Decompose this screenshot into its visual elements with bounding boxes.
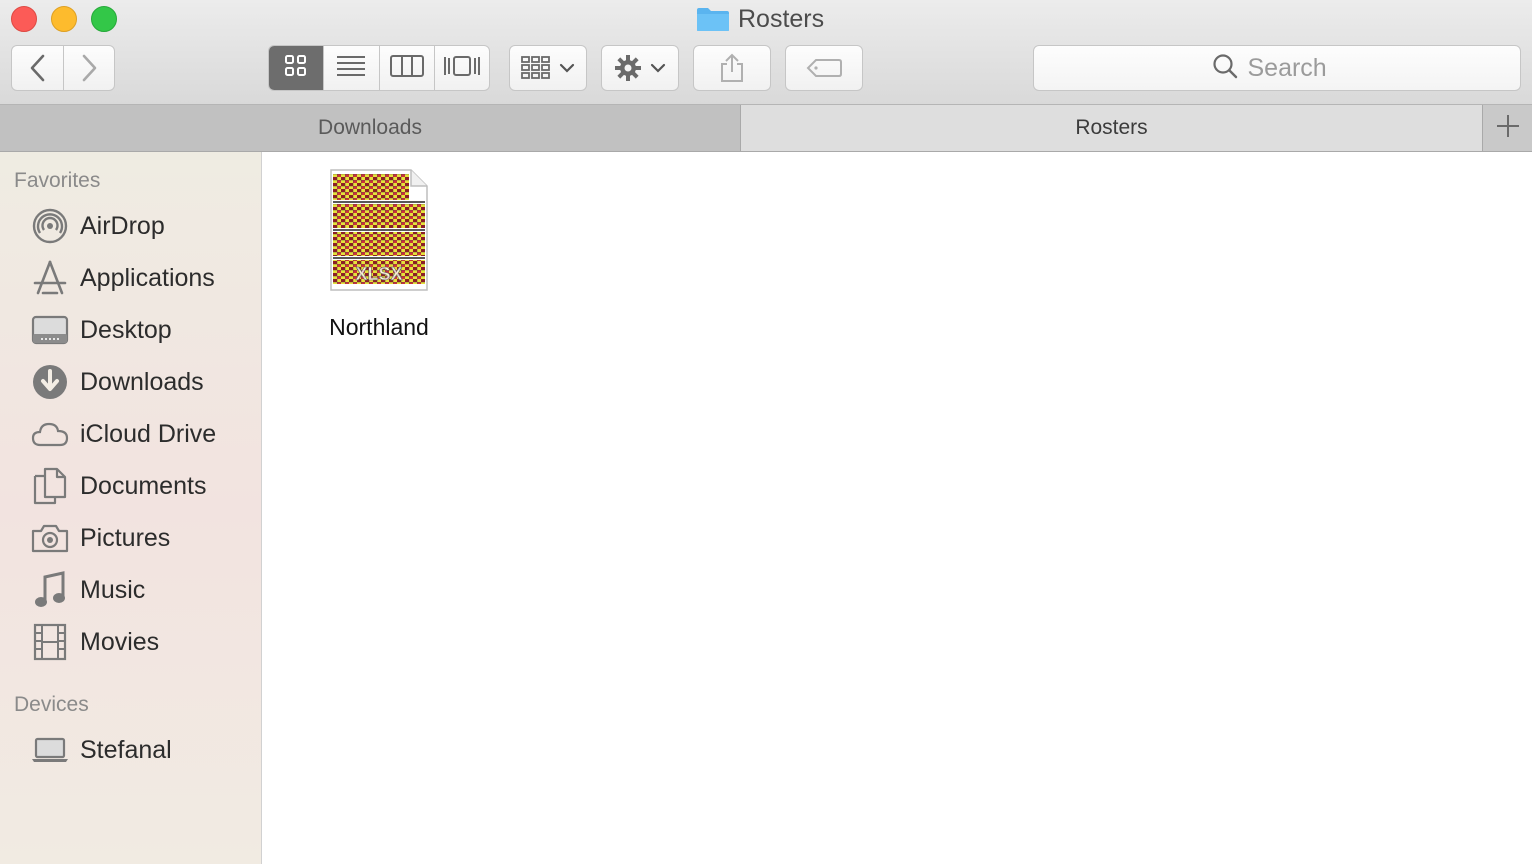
sidebar: Favorites AirDrop Applications Desktop D…	[0, 152, 262, 864]
laptop-icon	[30, 730, 70, 770]
spreadsheet-file-icon: XLSX	[329, 168, 429, 292]
sidebar-item-label: Desktop	[80, 315, 172, 344]
sidebar-item-documents[interactable]: Documents	[0, 462, 261, 510]
columns-icon	[389, 54, 424, 82]
sidebar-item-label: Pictures	[80, 523, 171, 552]
file-item[interactable]: XLSX Northland	[312, 168, 446, 341]
tab-bar: Downloads Rosters	[0, 105, 1532, 152]
tag-icon	[806, 58, 842, 78]
favorites-heading: Favorites	[14, 169, 101, 192]
sidebar-item-stefanal[interactable]: Stefanal	[0, 726, 261, 774]
column-view-button[interactable]	[380, 46, 435, 90]
sidebar-item-label: Applications	[80, 263, 215, 292]
zoom-button[interactable]	[91, 6, 117, 32]
tab-label: Downloads	[318, 116, 422, 139]
tags-button[interactable]	[785, 45, 863, 91]
tab-rosters[interactable]: Rosters	[741, 105, 1483, 151]
icon-view-button[interactable]	[269, 46, 325, 90]
arrange-grid-icon	[521, 56, 551, 80]
sidebar-item-desktop[interactable]: Desktop	[0, 306, 261, 354]
camera-icon	[30, 518, 70, 558]
list-icon	[336, 55, 366, 82]
devices-heading: Devices	[14, 693, 89, 716]
music-note-icon	[30, 570, 70, 610]
minimize-button[interactable]	[51, 6, 77, 32]
search-input[interactable]	[1247, 53, 1343, 83]
window-title-text: Rosters	[738, 4, 825, 33]
film-icon	[30, 622, 70, 662]
file-browser: XLSX Northland	[262, 152, 1532, 864]
coverflow-icon	[443, 55, 481, 82]
sidebar-item-label: Documents	[80, 471, 207, 500]
sidebar-item-label: Stefanal	[80, 735, 172, 764]
chevron-down-icon	[650, 62, 666, 74]
new-tab-button[interactable]	[1483, 105, 1532, 151]
desktop-icon	[30, 310, 70, 350]
finder-window: Rosters Search Downloads Rosters Favorit…	[0, 0, 1532, 864]
forward-button[interactable]	[63, 45, 115, 91]
file-name: Northland	[329, 314, 429, 340]
search-field[interactable]	[1033, 45, 1521, 91]
share-icon	[719, 53, 745, 83]
cover-flow-view-button[interactable]	[435, 46, 489, 90]
list-view-button[interactable]	[324, 46, 380, 90]
sidebar-item-label: Movies	[80, 627, 160, 656]
chevron-left-icon	[28, 54, 48, 82]
sidebar-item-label: AirDrop	[80, 211, 165, 240]
gear-icon	[614, 54, 642, 82]
plus-icon	[1496, 114, 1520, 143]
toolbar: Rosters	[0, 0, 1532, 105]
chevron-right-icon	[79, 54, 99, 82]
back-button[interactable]	[11, 45, 64, 91]
airdrop-icon	[30, 206, 70, 246]
grid-icon	[284, 54, 308, 83]
arrange-button[interactable]	[509, 45, 587, 91]
downloads-icon	[30, 362, 70, 402]
share-button[interactable]	[693, 45, 771, 91]
sidebar-item-pictures[interactable]: Pictures	[0, 514, 261, 562]
tab-label: Rosters	[1075, 116, 1148, 139]
sidebar-item-label: Downloads	[80, 367, 204, 396]
sidebar-item-label: iCloud Drive	[80, 419, 217, 448]
sidebar-item-label: Music	[80, 575, 146, 604]
sidebar-item-movies[interactable]: Movies	[0, 618, 261, 666]
search-icon	[1212, 53, 1238, 84]
sidebar-item-applications[interactable]: Applications	[0, 254, 261, 302]
tab-downloads[interactable]: Downloads	[0, 105, 741, 151]
chevron-down-icon	[559, 62, 575, 74]
file-type-badge: XLSX	[355, 264, 402, 284]
sidebar-item-downloads[interactable]: Downloads	[0, 358, 261, 406]
cloud-icon	[30, 414, 70, 454]
close-button[interactable]	[11, 6, 37, 32]
documents-icon	[30, 466, 70, 506]
applications-icon	[30, 258, 70, 298]
folder-icon	[696, 6, 730, 32]
window-title: Rosters	[696, 4, 824, 34]
sidebar-item-airdrop[interactable]: AirDrop	[0, 202, 261, 250]
view-mode-control	[268, 45, 490, 91]
sidebar-item-music[interactable]: Music	[0, 566, 261, 614]
sidebar-item-icloud-drive[interactable]: iCloud Drive	[0, 410, 261, 458]
action-button[interactable]	[601, 45, 679, 91]
